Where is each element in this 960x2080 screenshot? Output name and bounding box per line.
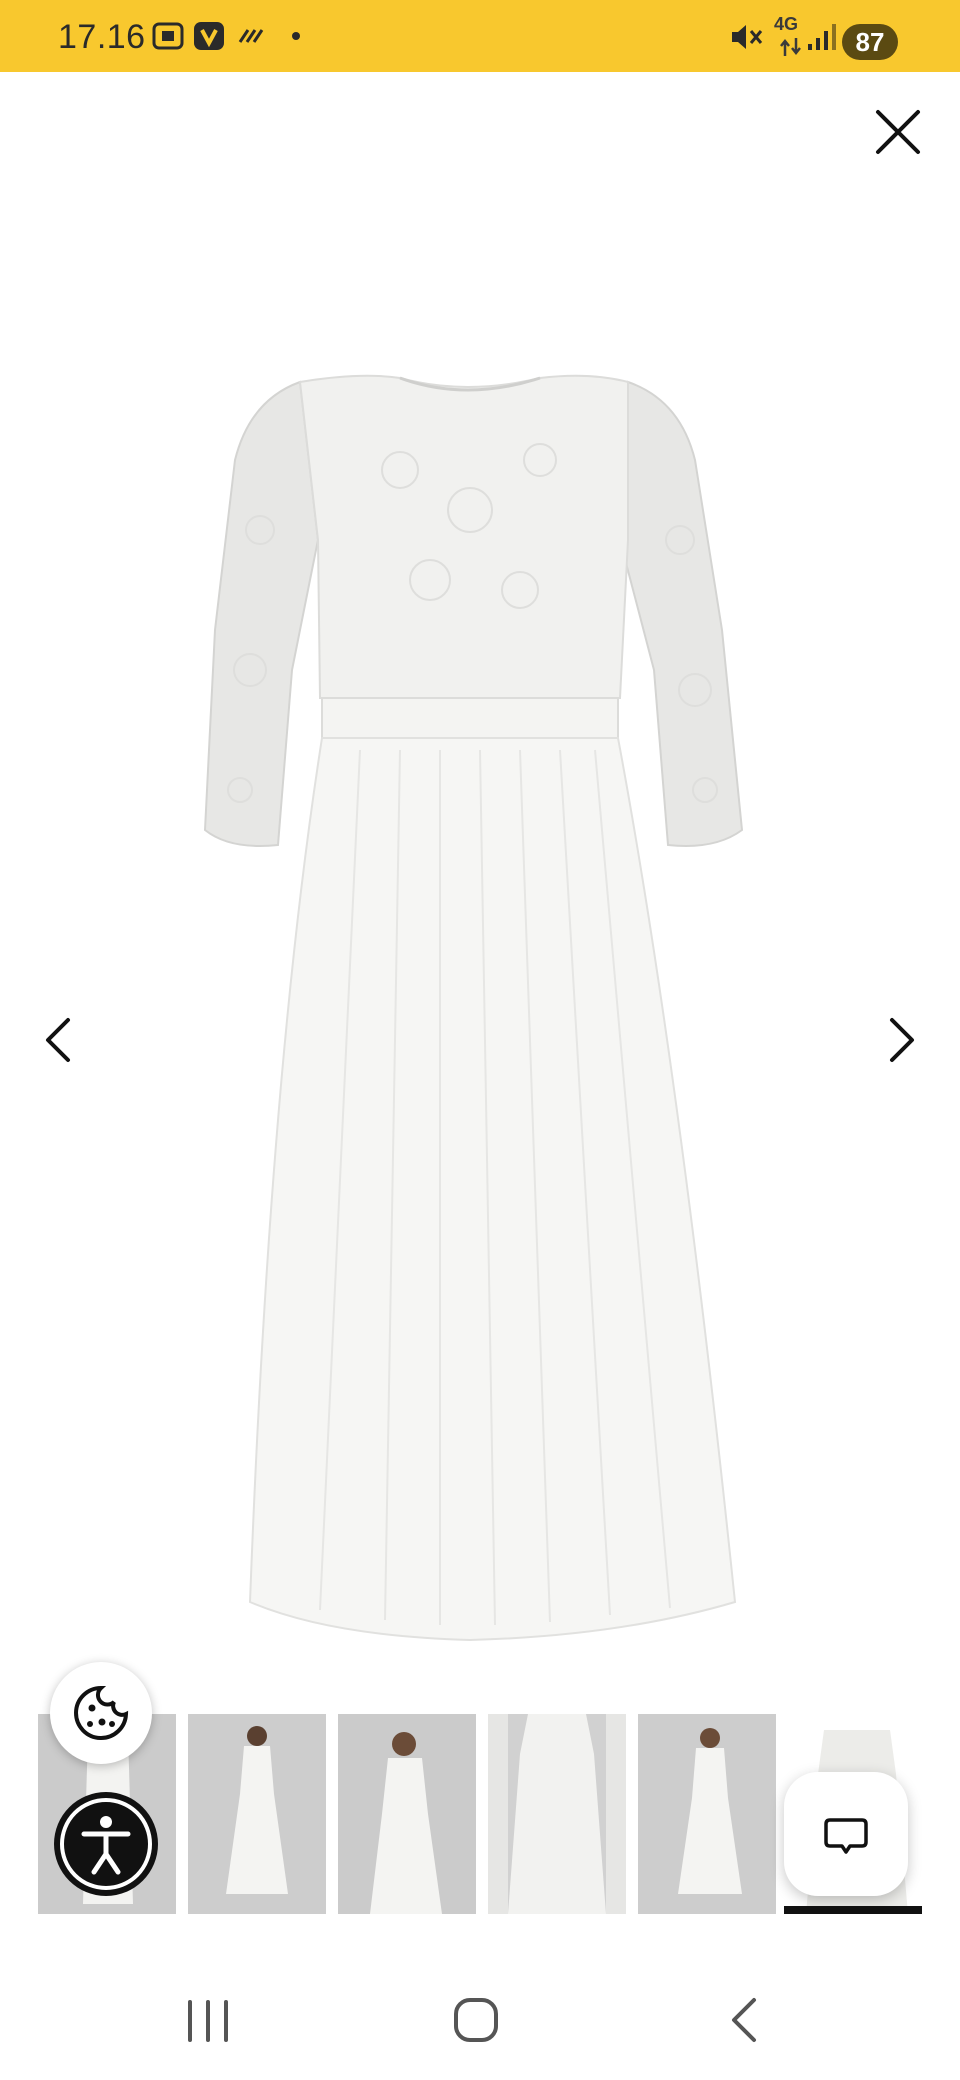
- cookie-icon: [74, 1685, 129, 1740]
- cookie-button[interactable]: [50, 1662, 152, 1764]
- screenshot-icon: [152, 22, 184, 50]
- vivaldi-icon: [194, 22, 224, 50]
- chevron-right-icon[interactable]: [872, 1012, 928, 1068]
- battery-indicator: 87: [842, 24, 898, 60]
- thumbnail-4[interactable]: [488, 1714, 626, 1914]
- selected-thumbnail-indicator: [784, 1906, 922, 1914]
- thumbnail-2[interactable]: [188, 1714, 326, 1914]
- status-bar: 17.16 4G 87: [0, 0, 960, 72]
- thumbnail-5-image: [638, 1714, 776, 1914]
- system-nav-bar: [0, 1960, 960, 2080]
- data-saver-icon: [238, 29, 264, 43]
- signal-icon: [808, 24, 836, 50]
- product-image: [203, 374, 744, 1642]
- back-icon[interactable]: [716, 1990, 776, 2050]
- status-time: 17.16: [58, 18, 146, 56]
- chat-icon: [824, 1818, 868, 1854]
- thumbnail-3[interactable]: [338, 1714, 476, 1914]
- accessibility-icon: [60, 1798, 152, 1890]
- recents-icon[interactable]: [178, 1990, 238, 2050]
- thumbnail-4-image: [488, 1714, 626, 1914]
- chevron-left-icon[interactable]: [32, 1012, 88, 1068]
- thumbnail-2-image: [188, 1714, 326, 1914]
- accessibility-button[interactable]: [54, 1792, 158, 1896]
- data-arrows-icon: [780, 38, 801, 56]
- dot-icon: [292, 32, 300, 40]
- mute-icon: [732, 25, 763, 49]
- network-label: 4G: [774, 14, 799, 34]
- home-icon[interactable]: [446, 1990, 506, 2050]
- thumbnail-3-image: [338, 1714, 476, 1914]
- thumbnail-5[interactable]: [638, 1714, 776, 1914]
- chat-button[interactable]: [784, 1772, 908, 1896]
